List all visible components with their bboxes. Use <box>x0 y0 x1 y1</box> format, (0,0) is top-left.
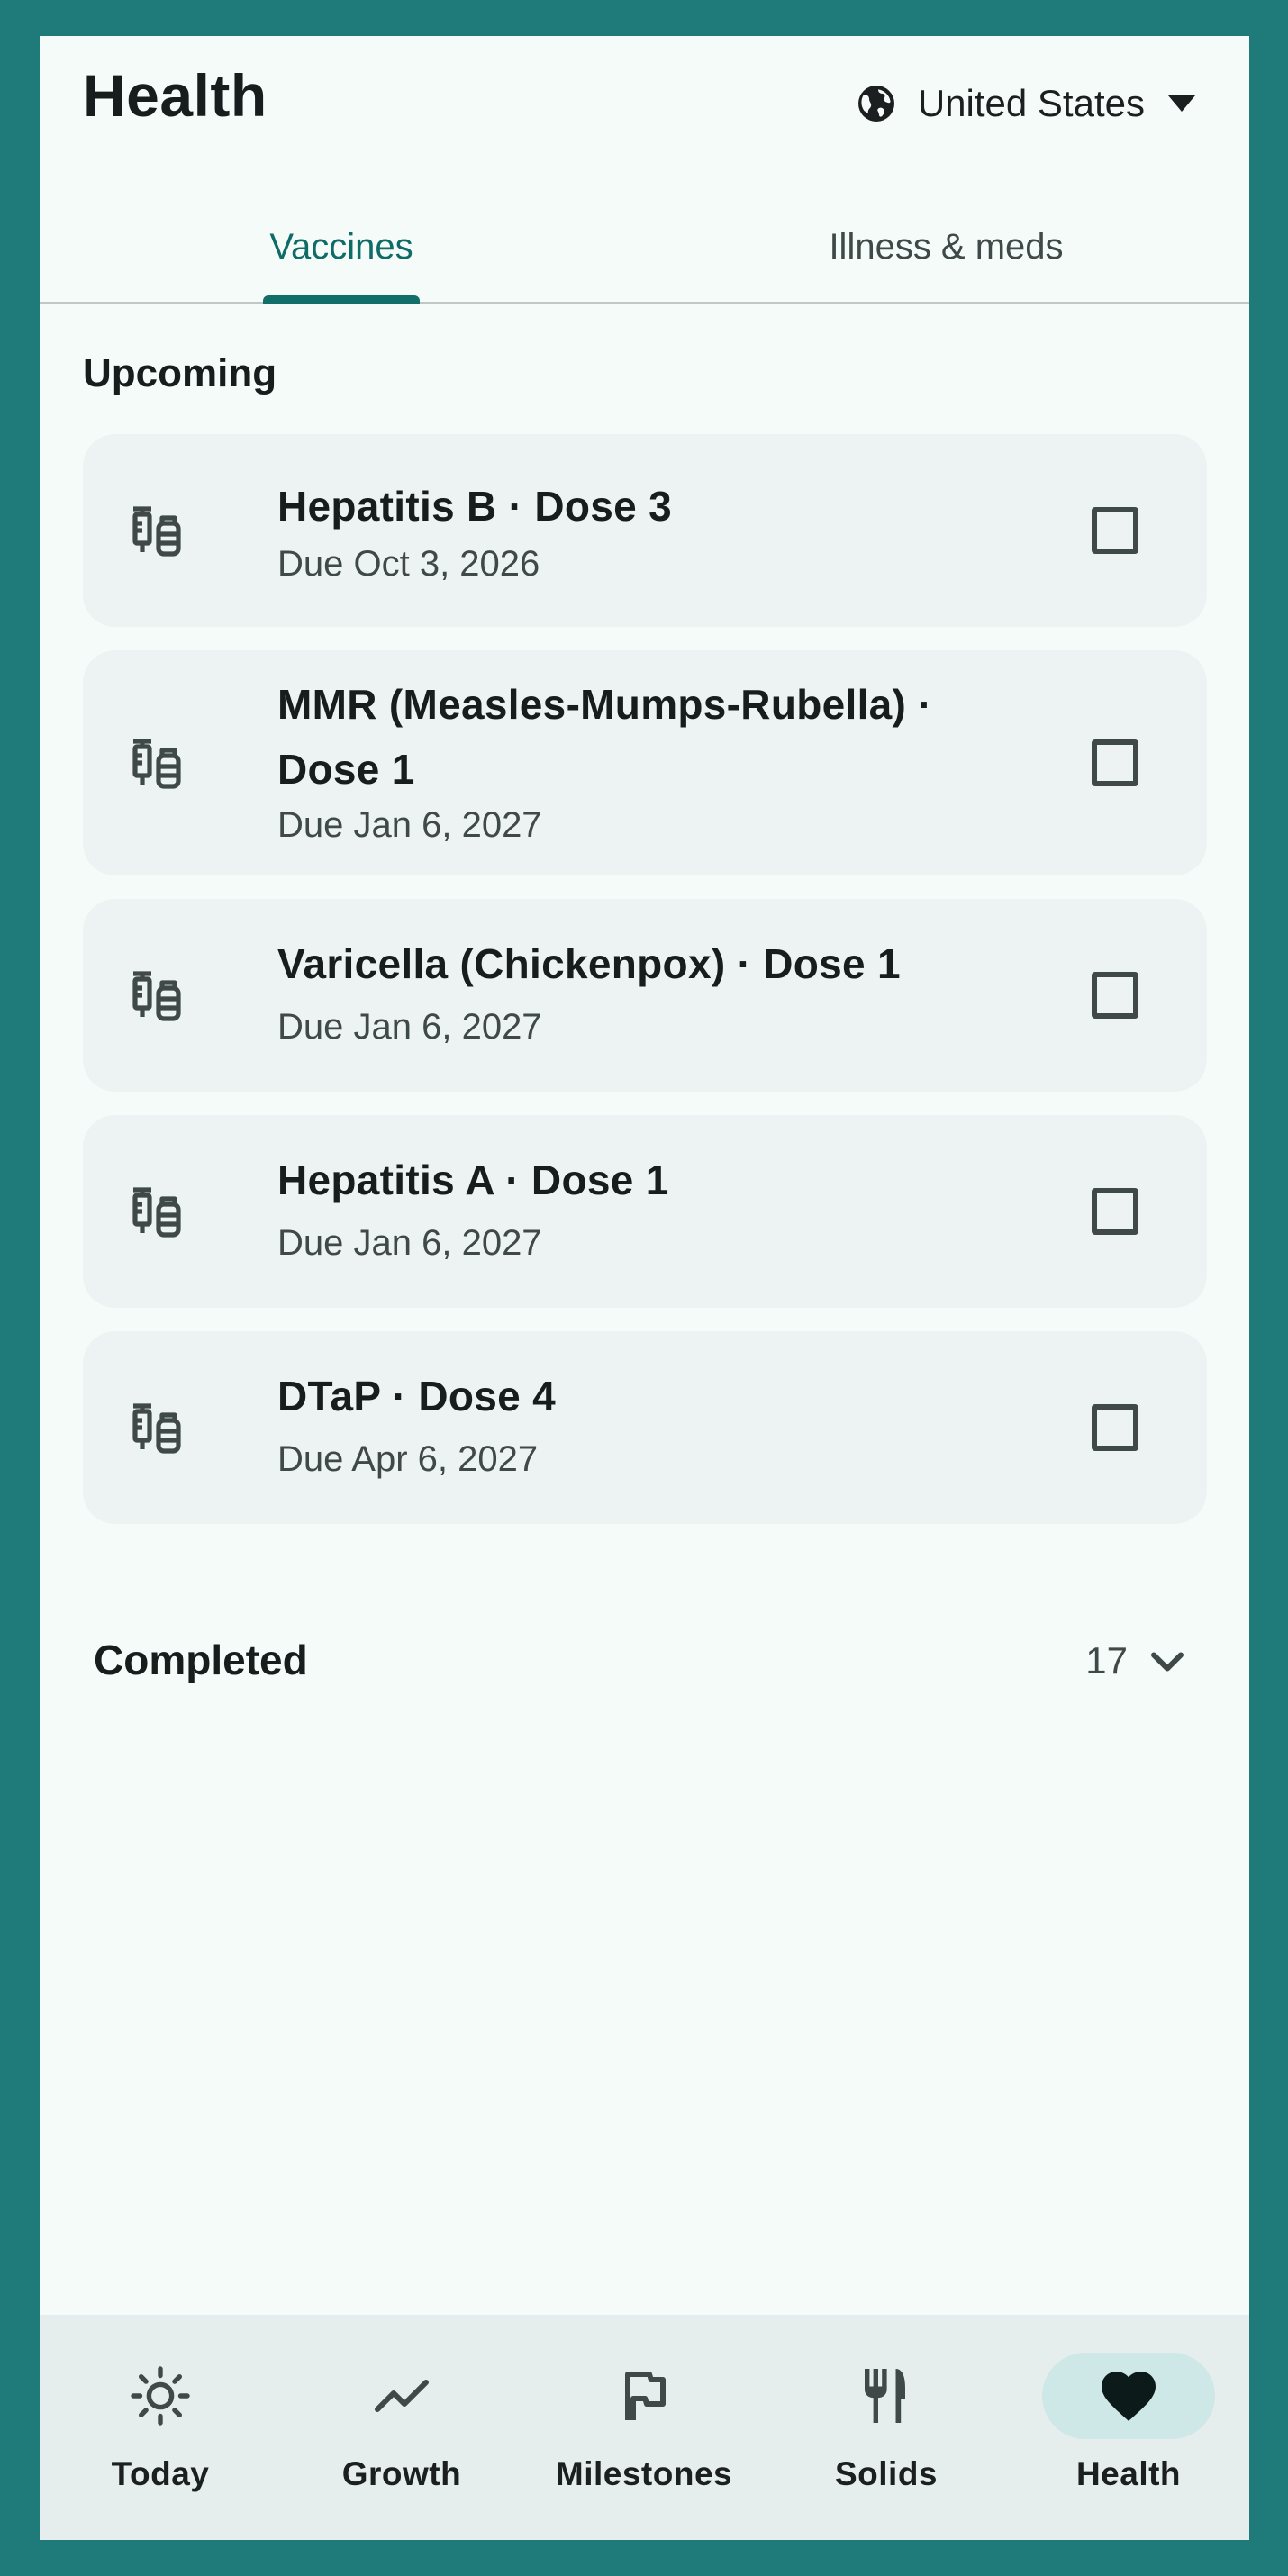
vaccine-title: Varicella (Chickenpox) · Dose 1 <box>277 940 901 987</box>
nav-icon-container <box>74 2353 247 2439</box>
vaccine-icon <box>132 1403 181 1454</box>
nav-label: Today <box>111 2455 210 2492</box>
nav-item-milestones[interactable]: Milestones <box>523 2315 765 2540</box>
vaccine-title: Hepatitis A · Dose 1 <box>277 1156 669 1203</box>
completed-count: 17 <box>1085 1639 1128 1682</box>
region-label: United States <box>917 82 1145 124</box>
flag-icon <box>625 2372 666 2420</box>
completed-section-toggle[interactable]: Completed 17 <box>83 1623 1207 1704</box>
vaccine-title: Hepatitis B · Dose 3 <box>277 483 672 530</box>
nav-icon-container <box>1042 2353 1215 2439</box>
tab-bar: Vaccines Illness & meds <box>40 189 1249 304</box>
chevron-down-icon <box>1151 1652 1184 1672</box>
heart-icon <box>1102 2372 1156 2421</box>
vaccine-card[interactable]: MMR (Measles-Mumps-Rubella) · Dose 1 Due… <box>83 650 1207 875</box>
nav-icon-container <box>800 2353 973 2439</box>
vaccine-checkbox[interactable] <box>1092 1188 1138 1235</box>
nav-label: Solids <box>834 2455 939 2492</box>
vaccine-card[interactable]: Hepatitis A · Dose 1 Due Jan 6, 2027 <box>83 1115 1207 1308</box>
globe-icon <box>857 86 894 122</box>
upcoming-section-title: Upcoming <box>83 351 277 395</box>
vaccine-checkbox[interactable] <box>1092 507 1138 554</box>
app-screen: Health United States Vaccines Illness & … <box>40 36 1249 2540</box>
nav-icon-container <box>315 2353 488 2439</box>
nav-item-growth[interactable]: Growth <box>281 2315 522 2540</box>
vaccine-title: MMR (Measles-Mumps-Rubella) · Dose 1 <box>277 681 932 793</box>
vaccine-due-date: Due Jan 6, 2027 <box>277 805 542 845</box>
vaccine-checkbox[interactable] <box>1092 739 1138 786</box>
nav-label: Milestones <box>555 2455 733 2492</box>
vaccine-icon <box>132 506 181 557</box>
page-title: Health <box>83 62 268 129</box>
nav-icon-container <box>558 2353 730 2439</box>
tab-vaccines[interactable]: Vaccines <box>40 189 643 304</box>
nav-label: Growth <box>341 2455 462 2492</box>
bottom-navigation: Today Growth Milestones Solids Health <box>40 2315 1249 2540</box>
vaccine-title: DTaP · Dose 4 <box>277 1373 556 1420</box>
sun-icon <box>131 2366 190 2426</box>
region-selector[interactable]: United States <box>855 72 1195 135</box>
vaccine-card[interactable]: DTaP · Dose 4 Due Apr 6, 2027 <box>83 1331 1207 1524</box>
vaccine-due-date: Due Jan 6, 2027 <box>277 1007 542 1047</box>
vaccine-due-date: Due Jan 6, 2027 <box>277 1223 542 1263</box>
completed-section-title: Completed <box>94 1637 308 1683</box>
vaccine-due-date: Due Oct 3, 2026 <box>277 544 540 584</box>
vaccine-card[interactable]: Hepatitis B · Dose 3 Due Oct 3, 2026 <box>83 434 1207 627</box>
trending-up-icon <box>375 2380 429 2412</box>
vaccine-checkbox[interactable] <box>1092 972 1138 1019</box>
vaccine-card[interactable]: Varicella (Chickenpox) · Dose 1 Due Jan … <box>83 899 1207 1092</box>
nav-item-solids[interactable]: Solids <box>766 2315 1007 2540</box>
caret-down-icon <box>1168 95 1195 112</box>
vaccine-icon <box>132 739 181 789</box>
nav-item-health[interactable]: Health <box>1008 2315 1249 2540</box>
utensils-icon <box>865 2369 905 2423</box>
active-tab-indicator <box>263 295 420 304</box>
vaccine-icon <box>132 1187 181 1238</box>
vaccine-checkbox[interactable] <box>1092 1404 1138 1451</box>
nav-label: Health <box>1075 2455 1182 2492</box>
vaccine-icon <box>132 971 181 1021</box>
nav-item-today[interactable]: Today <box>40 2315 281 2540</box>
vaccine-due-date: Due Apr 6, 2027 <box>277 1439 539 1479</box>
tab-illness-meds[interactable]: Illness & meds <box>643 189 1249 304</box>
